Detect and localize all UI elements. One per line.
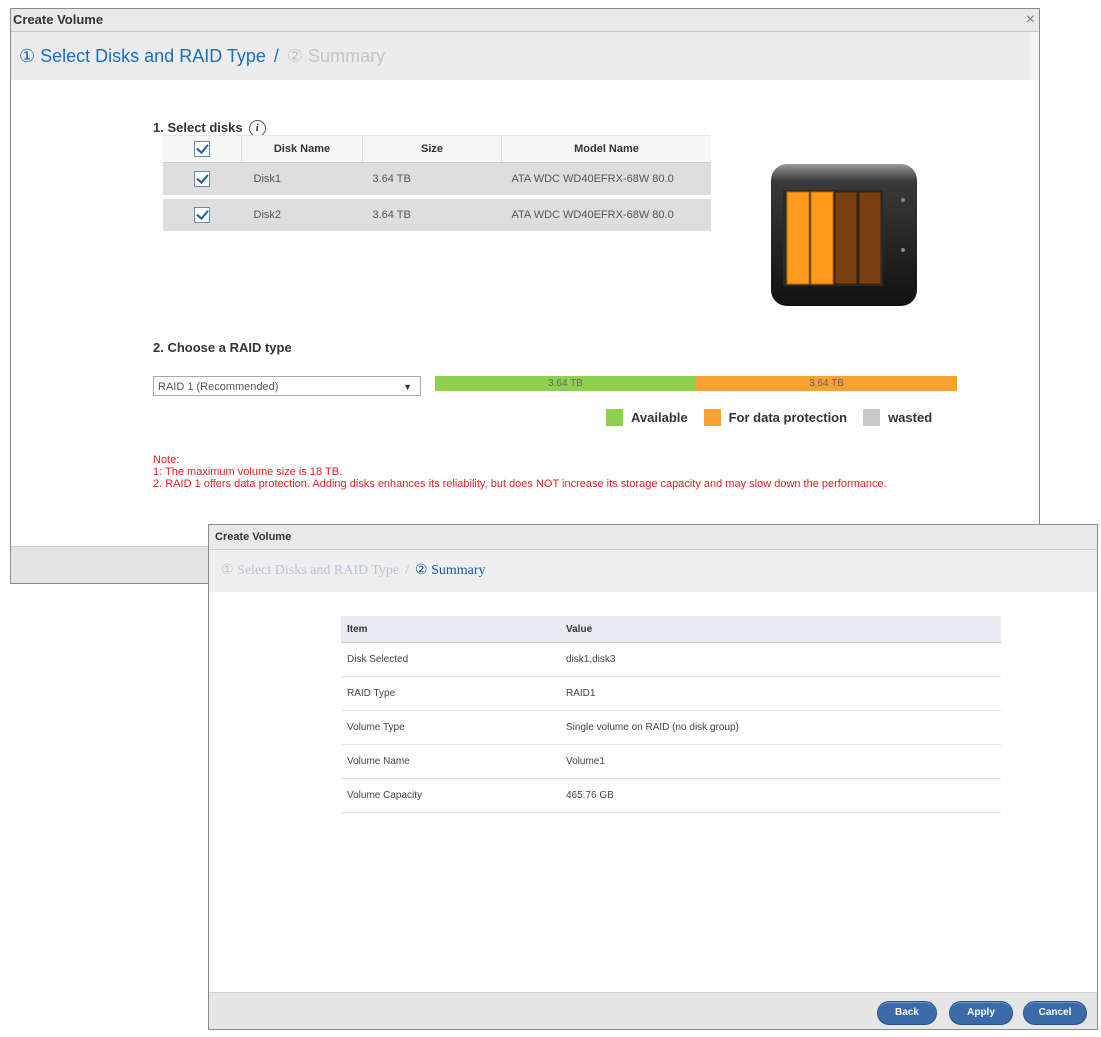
summary-item: RAID Type	[341, 676, 560, 711]
step-summary: ② Summary	[415, 563, 486, 578]
summary-value: Single volume on RAID (no disk group)	[560, 710, 1001, 745]
legend-label: wasted	[888, 410, 933, 425]
wizard-steps: ① Select Disks and RAID Type / ② Summary	[11, 32, 1029, 80]
capacity-bar: 3.64 TB 3.64 TB	[435, 376, 957, 391]
summary-table: Item Value Disk Selected disk1,disk3 RAI…	[341, 616, 1001, 813]
legend-available: Available	[606, 409, 688, 426]
legend-swatch	[703, 409, 721, 426]
nas-device-image	[771, 164, 917, 306]
col-item: Item	[341, 616, 560, 643]
disk-table: Disk Name Size Model Name Disk1 3.64 TB …	[163, 135, 711, 235]
table-row: RAID Type RAID1	[341, 676, 1001, 711]
legend-data-protection: For data protection	[703, 409, 848, 426]
dialog-body: Item Value Disk Selected disk1,disk3 RAI…	[209, 592, 1097, 997]
step-select-disks: ① Select Disks and RAID Type	[221, 563, 400, 578]
chevron-down-icon: ▼	[403, 382, 412, 392]
col-size: Size	[362, 135, 502, 163]
col-model-name: Model Name	[501, 135, 711, 163]
summary-item: Volume Name	[341, 744, 560, 779]
raid-type-select[interactable]: RAID 1 (Recommended) ▼	[153, 376, 421, 396]
col-disk-name: Disk Name	[241, 135, 363, 163]
create-volume-dialog: Create Volume × ① Select Disks and RAID …	[10, 8, 1040, 584]
capacity-protection-segment: 3.64 TB	[696, 376, 957, 391]
select-all-checkbox[interactable]	[194, 141, 210, 157]
note-title: Note:	[153, 454, 180, 466]
summary-value: disk1,disk3	[560, 642, 1001, 677]
summary-item: Disk Selected	[341, 642, 560, 677]
row-checkbox-cell	[163, 162, 242, 199]
dialog-title: Create Volume	[13, 12, 104, 27]
legend-swatch	[863, 409, 881, 426]
raid-type-value: RAID 1 (Recommended)	[158, 381, 279, 393]
create-volume-summary-dialog: Create Volume ① Select Disks and RAID Ty…	[208, 524, 1098, 1030]
legend-label: Available	[631, 410, 688, 425]
capacity-available-segment: 3.64 TB	[435, 376, 696, 391]
disk2-checkbox[interactable]	[194, 207, 211, 223]
close-icon[interactable]: ×	[1026, 9, 1035, 31]
table-row[interactable]: Disk1 3.64 TB ATA WDC WD40EFRX-68W 80.0	[163, 162, 711, 199]
summary-value: 465.76 GB	[560, 778, 1001, 813]
table-row: Volume Type Single volume on RAID (no di…	[341, 710, 1001, 745]
dialog-body: 1. Select disks i Disk Name Size Model Na…	[11, 80, 1039, 548]
legend-label: For data protection	[728, 410, 848, 425]
dialog-titlebar: Create Volume ×	[11, 9, 1039, 32]
table-header: Disk Name Size Model Name	[163, 135, 711, 163]
summary-value: RAID1	[560, 676, 1001, 711]
summary-item: Volume Capacity	[341, 778, 560, 813]
disk-name: Disk1	[241, 162, 363, 199]
legend-wasted: wasted	[863, 409, 932, 426]
table-row: Volume Capacity 465.76 GB	[341, 778, 1001, 813]
dialog-footer: Back Apply Cancel	[209, 992, 1097, 1029]
disk-model: ATA WDC WD40EFRX-68W 80.0	[501, 162, 711, 199]
disk1-checkbox[interactable]	[194, 171, 211, 187]
row-checkbox-cell	[163, 197, 242, 235]
step-select-disks: ① Select Disks and RAID Type	[19, 46, 266, 66]
wizard-steps: ① Select Disks and RAID Type / ② Summary	[209, 550, 1097, 593]
note-line-2: 2. RAID 1 offers data protection. Adding…	[153, 478, 887, 490]
step-separator: /	[273, 46, 279, 66]
back-button[interactable]: Back	[877, 1001, 937, 1025]
step-summary: ② Summary	[286, 46, 386, 66]
select-all-cell	[163, 135, 242, 163]
table-row: Volume Name Volume1	[341, 744, 1001, 779]
apply-button[interactable]: Apply	[949, 1001, 1013, 1025]
disk-size: 3.64 TB	[362, 162, 502, 199]
table-row[interactable]: Disk2 3.64 TB ATA WDC WD40EFRX-68W 80.0	[163, 197, 711, 235]
disk-name: Disk2	[241, 197, 363, 235]
select-disks-title: 1. Select disks	[153, 120, 243, 135]
table-row: Disk Selected disk1,disk3	[341, 642, 1001, 677]
dialog-title: Create Volume	[209, 525, 1097, 550]
disk-model: ATA WDC WD40EFRX-68W 80.0	[501, 197, 711, 235]
summary-item: Volume Type	[341, 710, 560, 745]
col-value: Value	[560, 616, 1001, 643]
note-line-1: 1: The maximum volume size is 18 TB.	[153, 466, 343, 478]
cancel-button[interactable]: Cancel	[1023, 1001, 1087, 1025]
raid-note: Note: 1: The maximum volume size is 18 T…	[153, 454, 933, 490]
raid-type-title: 2. Choose a RAID type	[153, 340, 292, 355]
capacity-legend: Available For data protection wasted	[606, 409, 948, 426]
legend-swatch	[606, 409, 623, 426]
disk-size: 3.64 TB	[362, 197, 502, 235]
table-header: Item Value	[341, 616, 1001, 643]
step-separator: /	[405, 563, 410, 578]
summary-value: Volume1	[560, 744, 1001, 779]
